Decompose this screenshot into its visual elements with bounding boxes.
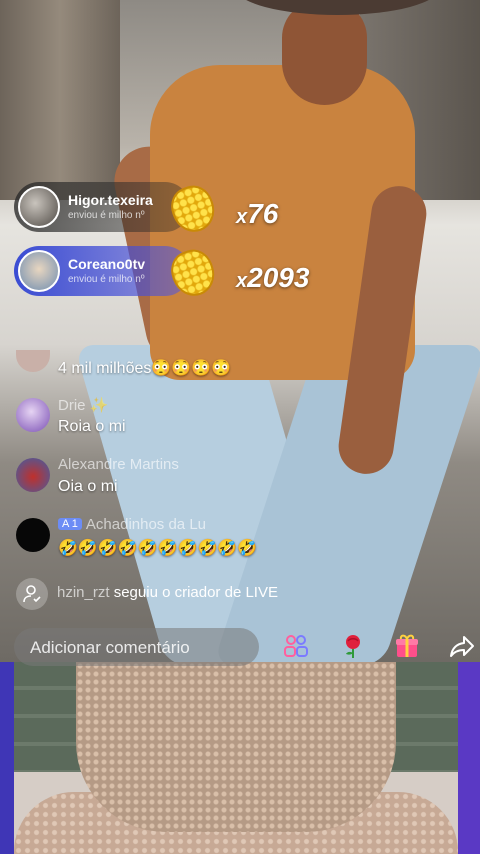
chat-message-text: Roia o mi: [58, 418, 126, 435]
secondary-video: [14, 662, 458, 854]
side-accent-left: [0, 662, 14, 854]
chat-emoji: 😳😳😳😳: [151, 360, 232, 377]
chat-message-text: 4 mil milhões: [58, 360, 152, 377]
user-follow-icon: [16, 578, 48, 610]
avatar[interactable]: [16, 458, 50, 492]
comment-input[interactable]: Adicionar comentário: [14, 628, 259, 666]
gift-description: enviou é milho nº: [68, 210, 145, 221]
gift-icon[interactable]: [391, 630, 423, 662]
head: [282, 0, 367, 105]
multi-guest-icon[interactable]: [280, 630, 312, 662]
avatar[interactable]: [16, 398, 50, 432]
level-badge: A 1: [58, 518, 82, 530]
follow-notice-text: seguiu o criador de LIVE: [113, 584, 278, 601]
comment-placeholder: Adicionar comentário: [30, 638, 190, 657]
gift-banner[interactable]: Coreano0tv enviou é milho nº: [14, 246, 190, 296]
rose-icon[interactable]: [337, 630, 369, 662]
gift-multiplier: x76: [236, 198, 279, 229]
live-video: [0, 0, 480, 662]
gift-multiplier: x2093: [236, 262, 310, 293]
side-accent-right: [458, 662, 480, 854]
gift-banner[interactable]: Higor.texeira enviou é milho nº: [14, 182, 190, 232]
gift-description: enviou é milho nº: [68, 274, 145, 285]
chat-message-text: 🤣🤣🤣🤣🤣🤣🤣🤣🤣🤣: [58, 540, 258, 557]
gift-sender-name: Higor.texeira: [68, 192, 153, 208]
chat-username[interactable]: Drie ✨: [58, 396, 108, 414]
avatar[interactable]: [16, 518, 50, 552]
chat-username[interactable]: Alexandre Martins: [58, 456, 179, 473]
follower-username[interactable]: hzin_rzt: [57, 584, 110, 601]
avatar[interactable]: [18, 186, 60, 228]
chat-message-text: Oia o mi: [58, 478, 118, 495]
gift-sender-name: Coreano0tv: [68, 256, 146, 272]
avatar[interactable]: [18, 250, 60, 292]
follow-notice: hzin_rzt seguiu o criador de LIVE: [57, 584, 278, 601]
chat-username[interactable]: Achadinhos da Lu: [86, 516, 206, 533]
wall-left: [0, 0, 120, 200]
share-icon[interactable]: [446, 630, 478, 662]
sand-sculpture: [76, 662, 396, 832]
